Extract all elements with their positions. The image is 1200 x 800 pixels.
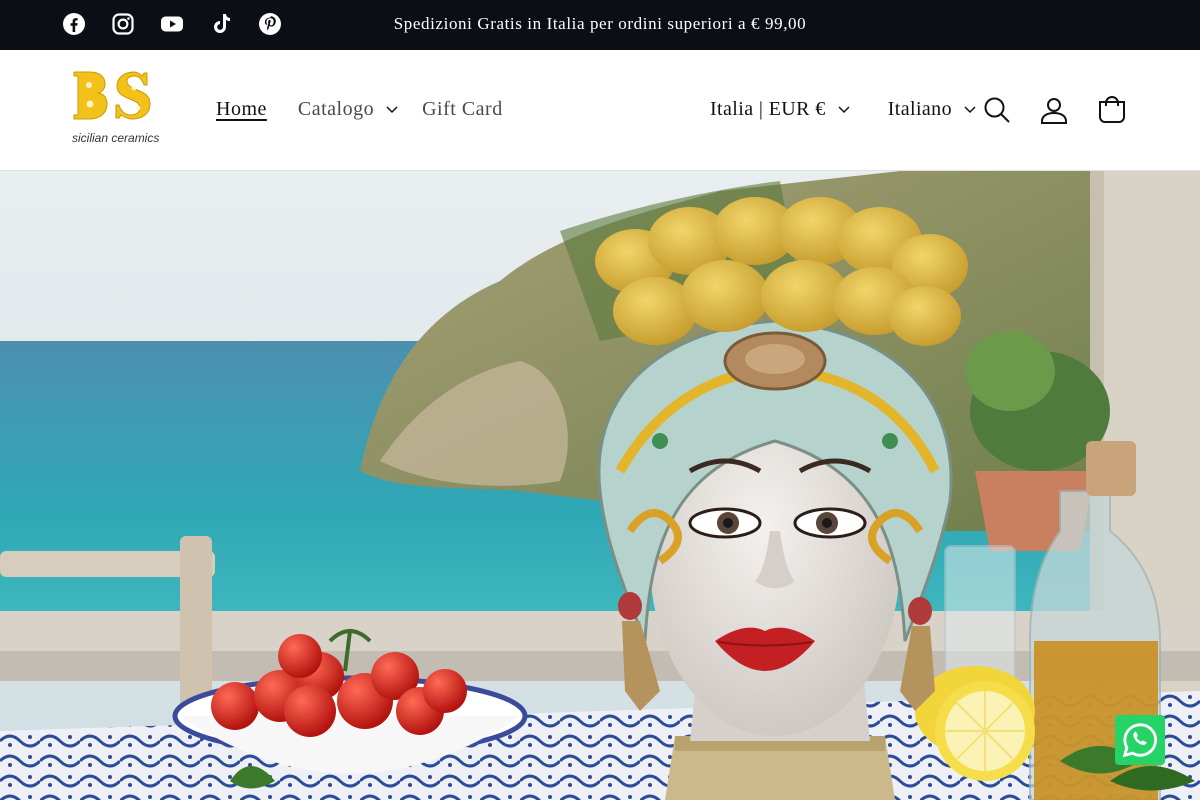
- chevron-down-icon: [964, 105, 976, 114]
- logo-subtitle: sicilian ceramics: [72, 131, 160, 145]
- chevron-down-icon: [838, 105, 850, 114]
- nav-catalog-label: Catalogo: [297, 98, 375, 120]
- chevron-down-icon: [386, 105, 398, 114]
- language-selector[interactable]: Italiano: [888, 98, 976, 121]
- announcement-text: Spedizioni Gratis in Italia per ordini s…: [393, 14, 807, 33]
- hero-image: [0, 171, 1200, 800]
- cart-icon[interactable]: [1097, 95, 1127, 125]
- country-label: Italia | EUR €: [710, 98, 826, 120]
- logo-mark: [73, 71, 151, 120]
- brand-logo[interactable]: sicilian ceramics: [66, 68, 166, 150]
- announcement-bar: Spedizioni Gratis in Italia per ordini s…: [0, 0, 1200, 50]
- search-icon[interactable]: [982, 95, 1012, 125]
- language-label: Italiano: [887, 98, 952, 120]
- site-header: sicilian ceramics Home Catalogo Gift Car…: [0, 50, 1200, 171]
- country-selector[interactable]: Italia | EUR €: [710, 98, 850, 121]
- account-icon[interactable]: [1039, 95, 1069, 125]
- localization-selectors: Italia | EUR € Italiano: [710, 98, 976, 121]
- whatsapp-icon[interactable]: [1115, 715, 1165, 765]
- main-nav: Home Catalogo Gift Card: [216, 98, 503, 121]
- nav-home[interactable]: Home: [216, 98, 267, 121]
- nav-gift-card[interactable]: Gift Card: [422, 98, 503, 121]
- hero-banner: [0, 171, 1200, 800]
- nav-catalog[interactable]: Catalogo: [298, 98, 398, 121]
